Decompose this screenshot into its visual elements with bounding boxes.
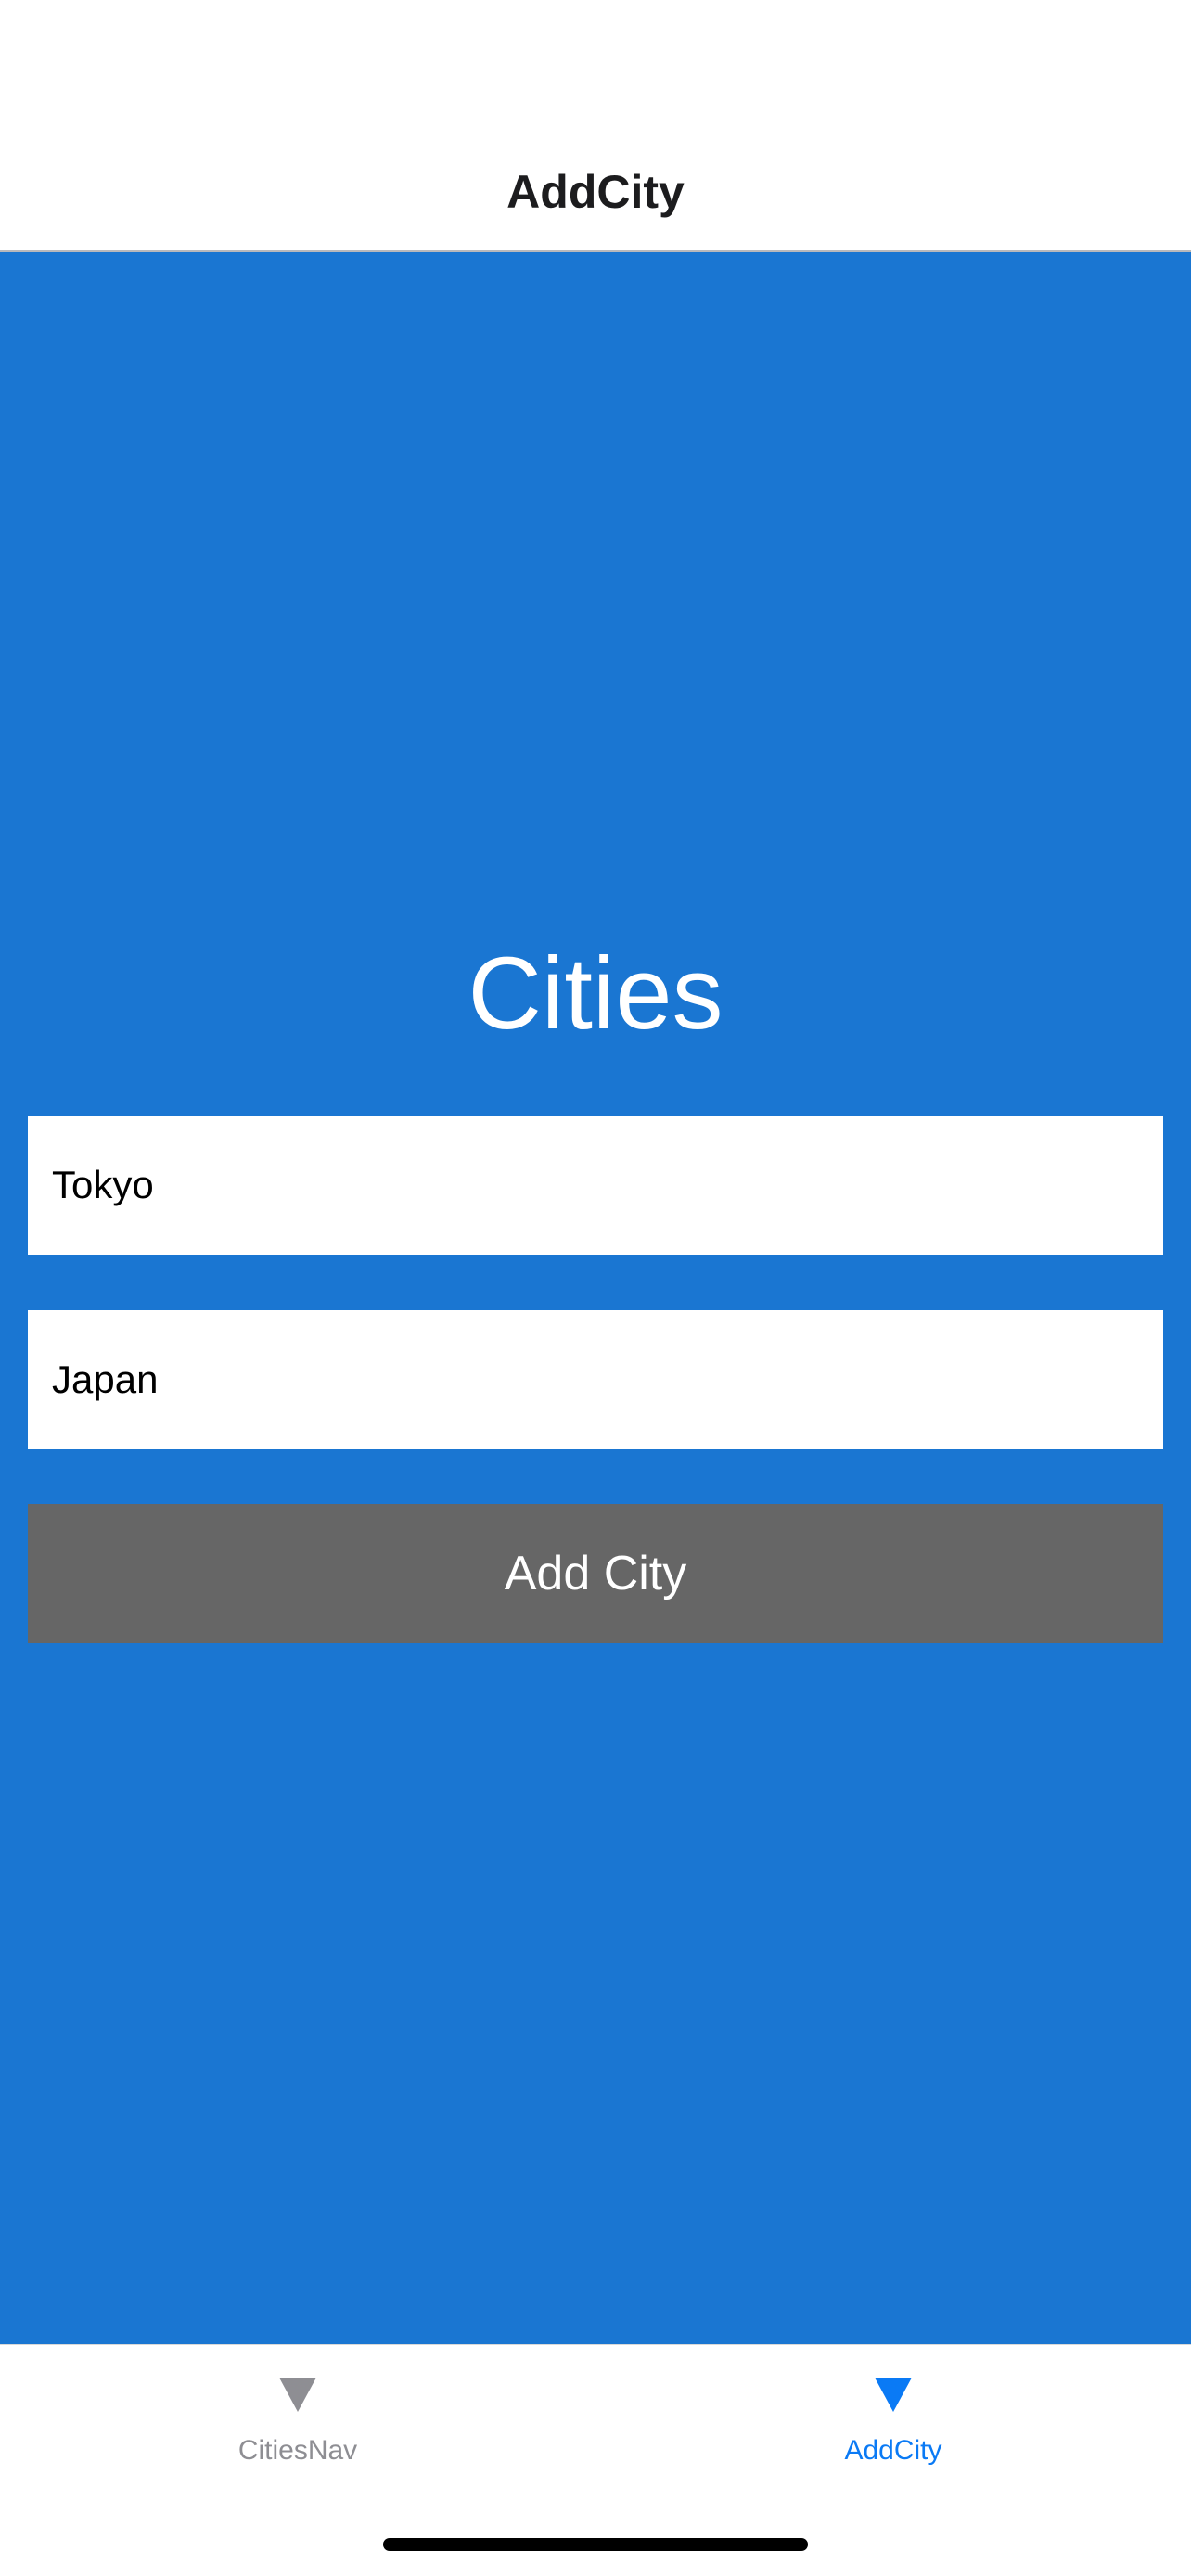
page-title: AddCity xyxy=(506,166,685,218)
tab-cities-nav[interactable]: CitiesNav xyxy=(0,2345,596,2493)
triangle-down-icon xyxy=(279,2378,316,2412)
city-name-input[interactable] xyxy=(28,1116,1163,1255)
navigation-bar: AddCity xyxy=(0,0,1191,252)
tab-label: CitiesNav xyxy=(237,2435,358,2466)
triangle-down-icon xyxy=(875,2378,912,2412)
tab-label: AddCity xyxy=(844,2435,942,2466)
home-indicator xyxy=(383,2538,808,2551)
add-city-form-view: Cities Add City xyxy=(0,252,1191,2344)
form-heading: Cities xyxy=(467,937,724,1051)
country-name-input[interactable] xyxy=(28,1310,1163,1449)
add-city-button[interactable]: Add City xyxy=(28,1504,1163,1643)
tab-add-city[interactable]: AddCity xyxy=(596,2345,1191,2493)
